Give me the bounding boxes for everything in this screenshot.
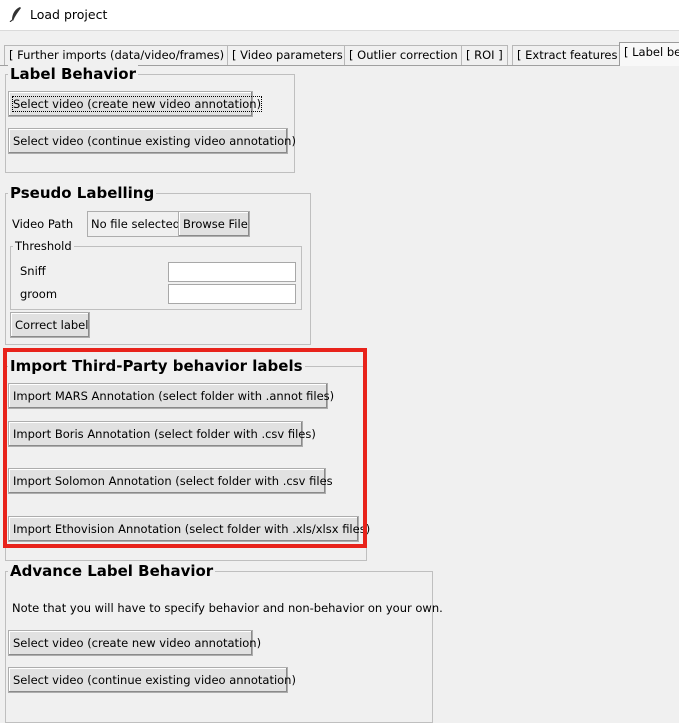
label-behavior-title: Label Behavior (8, 65, 138, 83)
advanced-select-video-new-button[interactable]: Select video (create new video annotatio… (8, 630, 261, 656)
tab-further-imports[interactable]: [ Further imports (data/video/frames) ] (4, 45, 238, 65)
highlight-box (3, 348, 367, 548)
select-video-new-label: Select video (create new video annotatio… (11, 96, 263, 112)
threshold-title: Threshold (13, 239, 74, 253)
window-title: Load project (30, 7, 108, 22)
tab-extract-features[interactable]: [ Extract features ] (512, 45, 631, 65)
tab-bar: [ Further imports (data/video/frames) ] … (0, 42, 679, 66)
label-behavior-frame: Label Behavior (5, 65, 295, 173)
tab-video-parameters[interactable]: [ Video parameters ] (227, 45, 356, 65)
pseudo-labelling-title: Pseudo Labelling (8, 184, 157, 202)
browse-file-button[interactable]: Browse File (178, 211, 250, 237)
tab-outlier-correction[interactable]: [ Outlier correction ] (344, 45, 471, 65)
tab-roi[interactable]: [ ROI ] (461, 45, 508, 65)
tab-label-behavior[interactable]: [ Label beh (619, 42, 679, 66)
file-status-label: No file selected (87, 211, 185, 237)
feather-icon (9, 7, 21, 22)
advanced-label-title: Advance Label Behavior (8, 562, 216, 580)
select-video-continue-button[interactable]: Select video (continue existing video an… (8, 128, 296, 154)
correct-label-button[interactable]: Correct label (10, 312, 90, 338)
groom-label: groom (20, 287, 58, 301)
advanced-select-video-continue-button[interactable]: Select video (continue existing video an… (8, 667, 296, 693)
advanced-note: Note that you will have to specify behav… (12, 601, 443, 615)
video-path-label: Video Path (12, 217, 74, 231)
select-video-new-button[interactable]: Select video (create new video annotatio… (8, 91, 263, 117)
sniff-threshold-input[interactable] (168, 262, 296, 282)
title-bar: Load project (0, 0, 679, 31)
groom-threshold-input[interactable] (168, 284, 296, 304)
sniff-label: Sniff (20, 264, 46, 278)
